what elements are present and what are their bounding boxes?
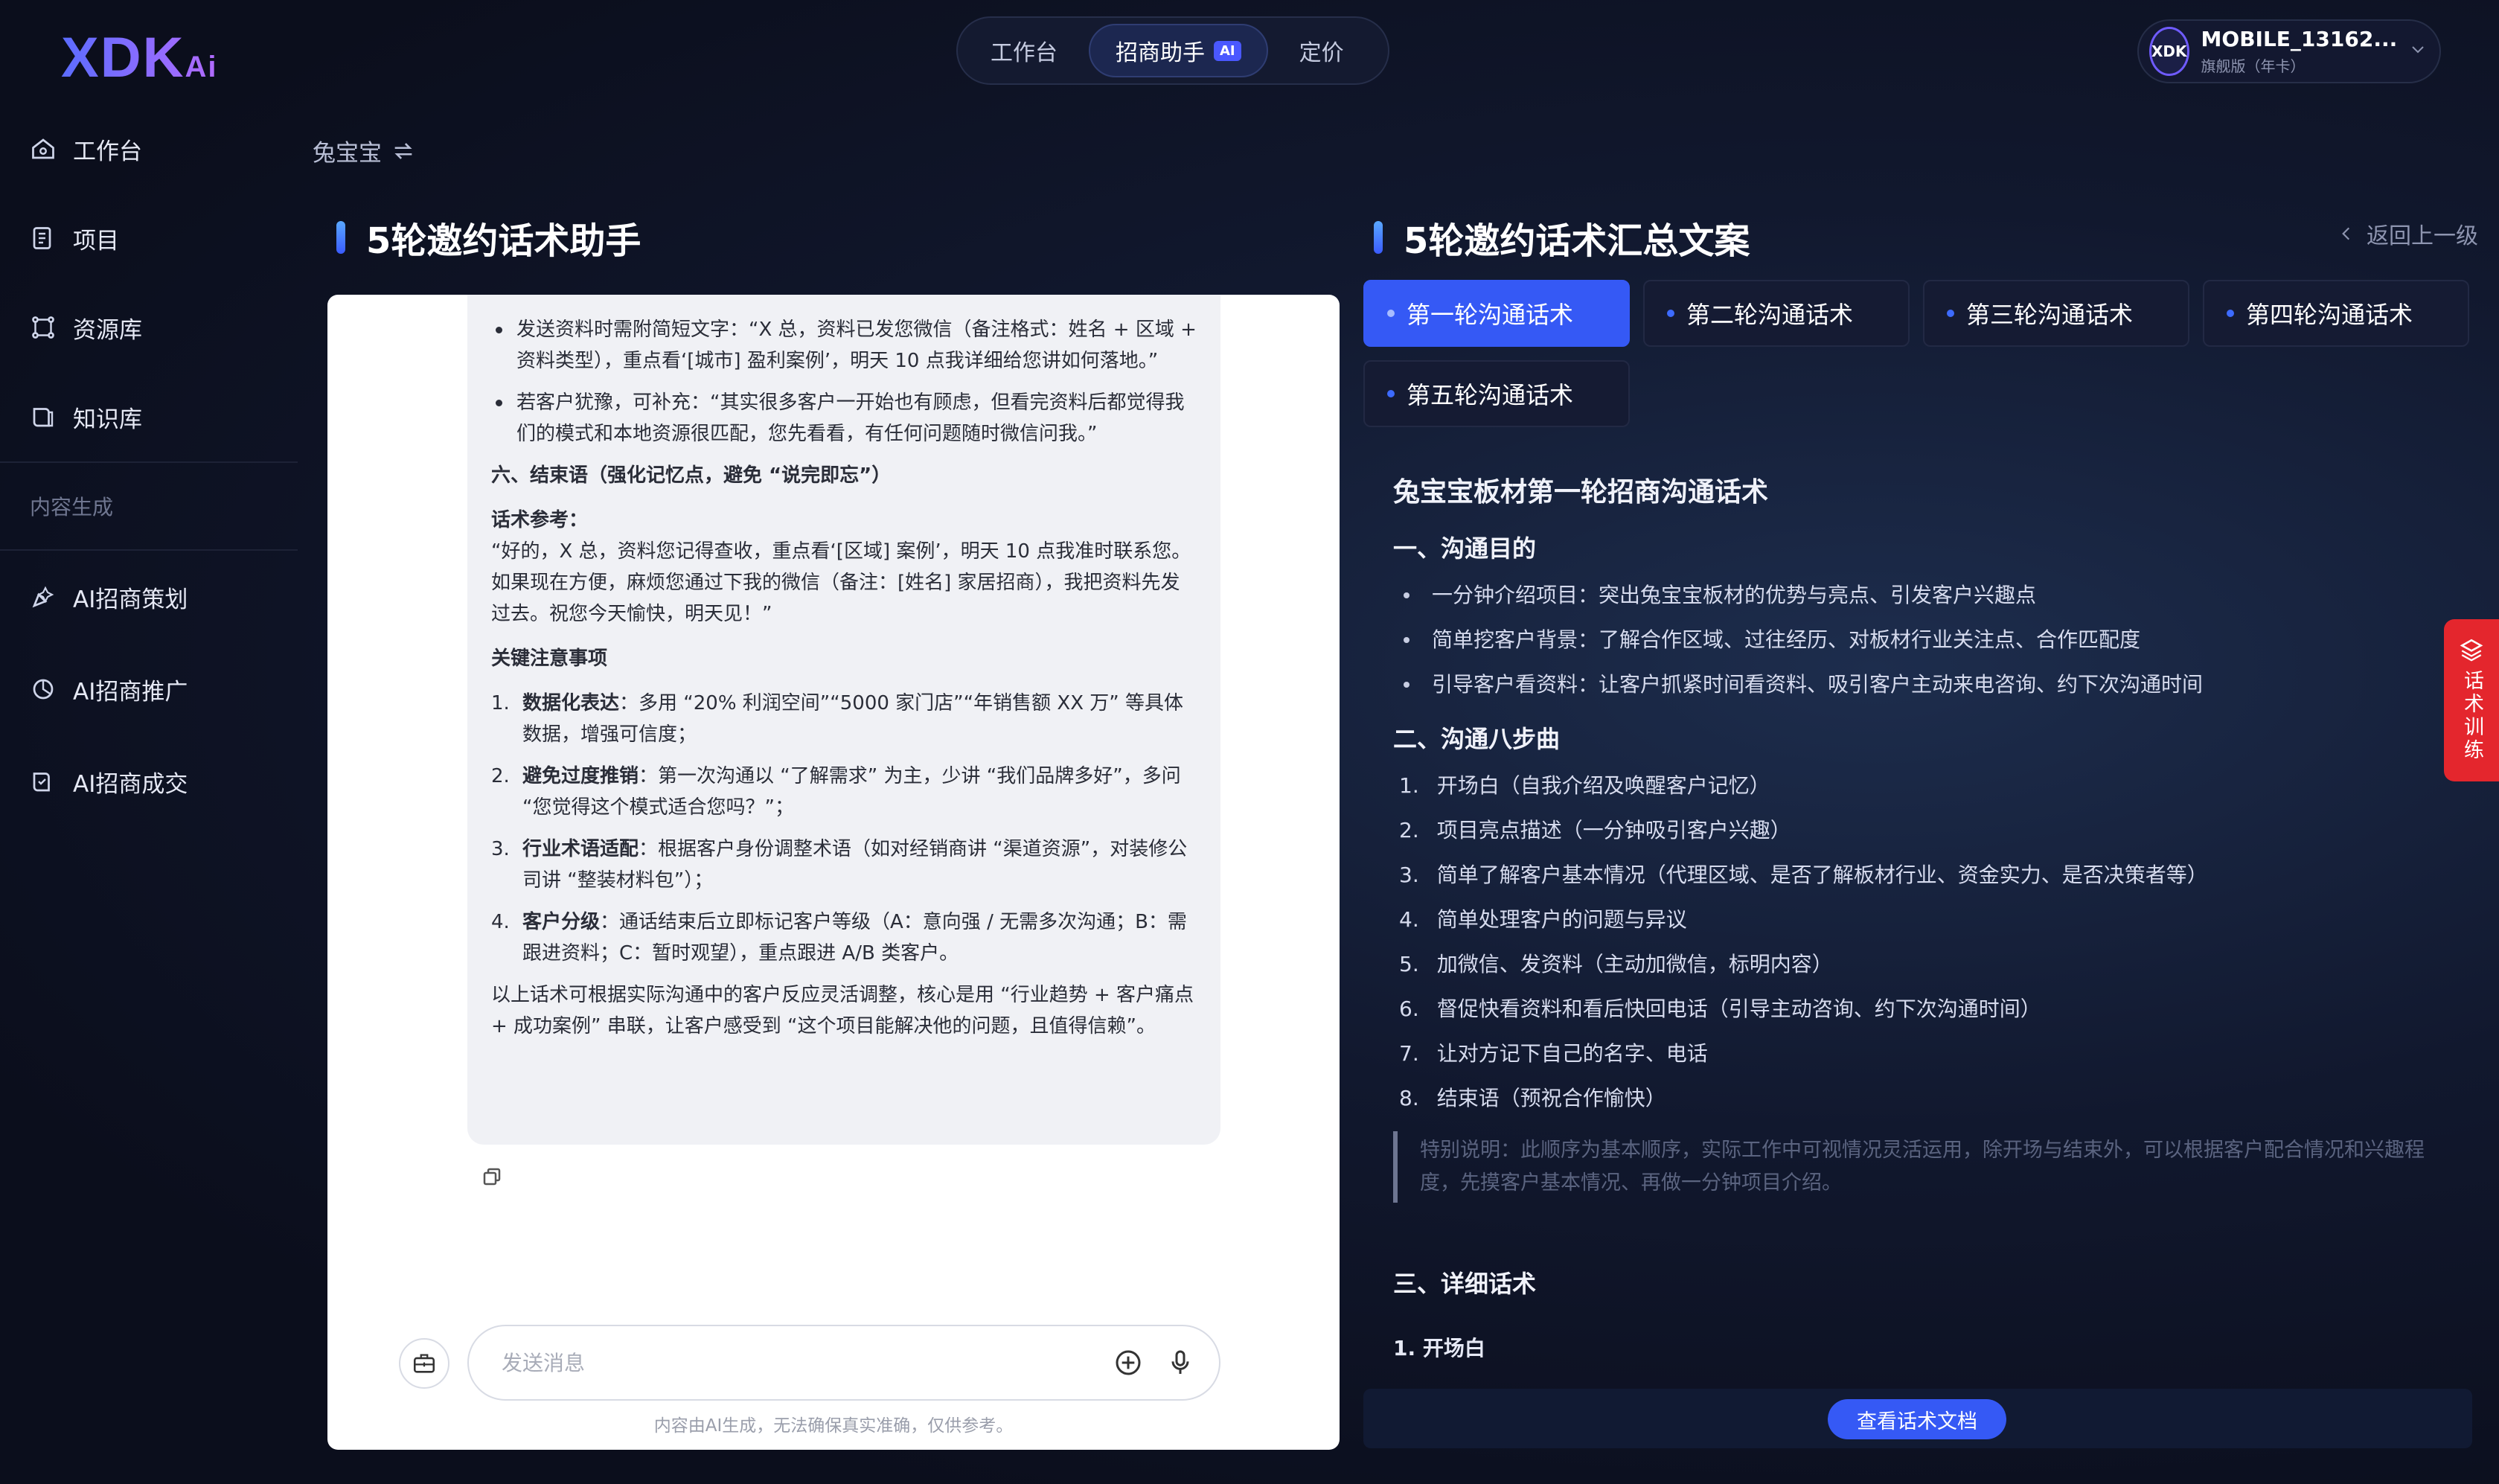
microphone-icon[interactable]	[1165, 1348, 1195, 1378]
doc-heading-detail: 三、详细话术	[1393, 1270, 1537, 1298]
sidebar-item-project[interactable]: 项目	[0, 194, 298, 283]
tab-workbench[interactable]: 工作台	[965, 24, 1083, 77]
breadcrumb[interactable]: 兔宝宝	[313, 134, 416, 167]
sidebar-item-resources[interactable]: 资源库	[0, 283, 298, 372]
sidebar: 工作台 项目 资源库 知识库 内容生成 AI招商策划 AI招商推广 AI招商成交	[0, 104, 298, 828]
chevron-left-icon	[2342, 227, 2350, 240]
sidebar-item-label: 工作台	[73, 138, 142, 165]
sidebar-item-label: AI招商策划	[73, 586, 188, 613]
sidebar-item-ai-promote[interactable]: AI招商推广	[0, 643, 298, 735]
list-item: 7. 让对方记下自己的名字、电话	[1399, 1041, 1708, 1066]
list-item: 1. 数据化表达：多用 “20% 利润空间”“5000 家门店”“年销售额 XX …	[491, 692, 1184, 746]
list-item: 发送资料时需附简短文字：“X 总，资料已发您微信（备注格式：姓名 + 区域 + …	[491, 314, 1197, 377]
summary-text: 以上话术可根据实际沟通中的客户反应灵活调整，核心是用 “行业趋势 + 客户痛点 …	[491, 984, 1194, 1037]
ai-deal-icon	[33, 773, 50, 792]
list-item: 4. 简单处理客户的问题与异议	[1399, 907, 1687, 932]
list-item: 引导客户看资料：让客户抓紧时间看资料、吸引客户主动来电咨询、约下次沟通时间	[1393, 662, 2450, 707]
ai-plan-icon	[32, 586, 54, 608]
list-item: 2. 项目亮点描述（一分钟吸引客户兴趣）	[1399, 818, 1791, 842]
doc-title: 兔宝宝板材第一轮招商沟通话术	[1393, 477, 1769, 508]
tab-round-1[interactable]: 第一轮沟通话术	[1363, 280, 1630, 347]
back-button[interactable]: 返回上一级	[2337, 217, 2478, 250]
list-item: 3. 行业术语适配：根据客户身份调整术语（如对经销商讲 “渠道资源”，对装修公司讲…	[491, 838, 1188, 892]
knowledge-icon	[33, 408, 54, 427]
list-item: 简单挖客户背景：了解合作区域、过往经历、对板材行业关注点、合作匹配度	[1393, 618, 2450, 662]
doc-heading-steps: 二、沟通八步曲	[1393, 725, 1561, 753]
list-item: 一分钟介绍项目：突出兔宝宝板材的优势与亮点、引发客户兴趣点	[1393, 573, 2450, 618]
ref-label: 话术参考：	[491, 509, 589, 531]
list-item: 8. 结束语（预祝合作愉快）	[1399, 1086, 1666, 1110]
list-item: 1. 开场白（自我介绍及唤醒客户记忆）	[1399, 773, 1770, 798]
user-menu[interactable]: XDK MOBILE_13162... 旗舰版（年卡）	[2137, 19, 2441, 83]
script-document: 兔宝宝板材第一轮招商沟通话术 一、沟通目的 一分钟介绍项目：突出兔宝宝板材的优势…	[1393, 470, 2450, 1362]
section-heading: 六、结束语（强化记忆点，避免 “说完即忘”）	[491, 464, 892, 487]
chevron-down-icon	[2409, 40, 2427, 63]
float-tab-label: 话术训练	[2460, 670, 2483, 762]
left-panel-title: 5轮邀约话术助手	[336, 211, 641, 263]
resource-icon	[32, 316, 54, 339]
project-icon	[33, 227, 51, 249]
brand-logo[interactable]: XDKAi	[61, 25, 217, 90]
title-accent-bar	[1374, 221, 1383, 254]
tab-round-2[interactable]: 第二轮沟通话术	[1643, 280, 1910, 347]
message-input[interactable]	[502, 1350, 1091, 1375]
right-panel-title: 5轮邀约话术汇总文案	[1374, 211, 1750, 263]
title-accent-bar	[336, 221, 345, 254]
message-input-bar	[467, 1325, 1220, 1401]
doc-note: 特别说明：此顺序为基本顺序，实际工作中可视情况灵活运用，除开场与结束外，可以根据…	[1393, 1131, 2450, 1203]
chat-panel: 发送资料时需附简短文字：“X 总，资料已发您微信（备注格式：姓名 + 区域 + …	[327, 295, 1340, 1450]
doc-subheading: 1. 开场白	[1393, 1336, 1485, 1360]
script-training-tab[interactable]: 话术训练	[2444, 619, 2499, 781]
sidebar-item-label: AI招商推广	[73, 678, 188, 706]
sidebar-item-ai-deal[interactable]: AI招商成交	[0, 735, 298, 828]
assistant-message: 发送资料时需附简短文字：“X 总，资料已发您微信（备注格式：姓名 + 区域 + …	[467, 295, 1220, 1145]
sidebar-item-ai-plan[interactable]: AI招商策划	[0, 551, 298, 643]
ai-promote-icon	[33, 679, 54, 700]
toolbox-icon	[413, 1354, 435, 1373]
layers-icon	[2460, 639, 2483, 662]
sidebar-section-title: 内容生成	[0, 461, 298, 551]
user-name: MOBILE_13162...	[2201, 27, 2398, 51]
view-document-button[interactable]: 查看话术文档	[1828, 1399, 2006, 1439]
key-title: 关键注意事项	[491, 647, 608, 670]
switch-icon[interactable]	[391, 138, 416, 164]
tab-pricing[interactable]: 定价	[1274, 24, 1369, 77]
ai-badge: AI	[1214, 40, 1241, 61]
list-item: 6. 督促快看资料和看后快回电话（引导主动咨询、约下次沟通时间）	[1399, 997, 2041, 1021]
tab-round-4[interactable]: 第四轮沟通话术	[2203, 280, 2469, 347]
tab-round-5[interactable]: 第五轮沟通话术	[1363, 360, 1630, 427]
top-nav: 工作台 招商助手 AI 定价	[956, 16, 1389, 85]
tab-assistant[interactable]: 招商助手 AI	[1089, 24, 1268, 77]
sidebar-item-knowledge[interactable]: 知识库	[0, 372, 298, 461]
avatar: XDK	[2149, 27, 2189, 76]
breadcrumb-label: 兔宝宝	[313, 140, 382, 167]
sidebar-item-label: AI招商成交	[73, 770, 188, 798]
home-icon	[32, 138, 54, 159]
doc-heading-purpose: 一、沟通目的	[1393, 534, 1537, 563]
sidebar-item-label: 项目	[73, 227, 119, 255]
sidebar-item-workbench[interactable]: 工作台	[0, 104, 298, 194]
user-plan: 旗舰版（年卡）	[2201, 57, 2306, 75]
ref-text: “好的，X 总，资料您记得查收，重点看‘[区域] 案例’，明天 10 点我准时联…	[491, 540, 1191, 625]
ai-disclaimer: 内容由AI生成，无法确保真实准确，仅供参考。	[653, 1416, 1014, 1436]
app-root: XDKAi 工作台 招商助手 AI 定价 XDK MOBILE_13162... …	[0, 0, 2499, 1484]
list-item: 若客户犹豫，可补充：“其实很多客户一开始也有顾虑，但看完资料后都觉得我们的模式和…	[491, 387, 1197, 450]
list-item: 5. 加微信、发资料（主动加微信，标明内容）	[1399, 952, 1833, 976]
sidebar-item-label: 知识库	[73, 406, 142, 433]
sidebar-item-label: 资源库	[73, 316, 142, 344]
add-circle-icon[interactable]	[1113, 1348, 1143, 1378]
copy-icon[interactable]	[481, 1165, 503, 1188]
toolbox-button[interactable]	[399, 1338, 449, 1389]
tab-round-3[interactable]: 第三轮沟通话术	[1923, 280, 2189, 347]
list-item: 4. 客户分级：通话结束后立即标记客户等级（A：意向强 / 无需多次沟通；B：需跟…	[491, 911, 1187, 965]
list-item: 3. 简单了解客户基本情况（代理区域、是否了解板材行业、资金实力、是否决策者等）	[1399, 863, 2208, 887]
list-item: 2. 避免过度推销：第一次沟通以 “了解需求” 为主，少讲 “我们品牌多好”，多问…	[491, 765, 1181, 819]
